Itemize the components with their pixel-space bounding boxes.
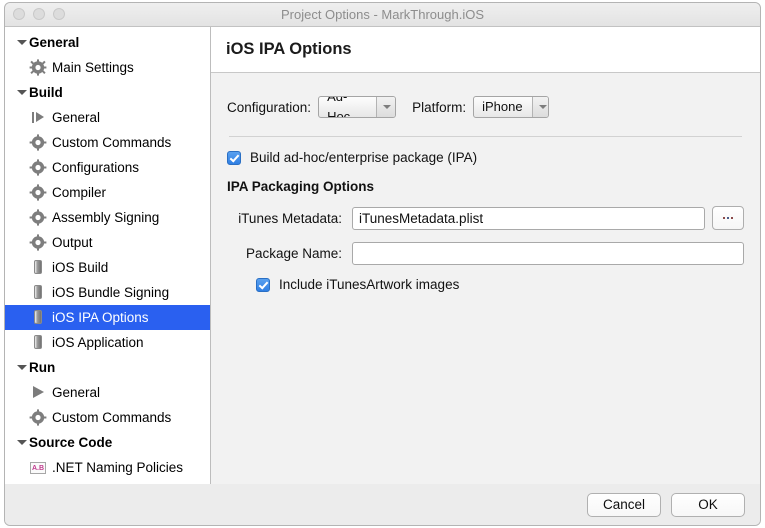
sidebar-item-main-settings[interactable]: Main Settings <box>5 55 210 80</box>
configuration-row: Configuration: Ad-Hoc Platform: iPhone <box>227 94 744 120</box>
sidebar-item-ios-build[interactable]: iOS Build <box>5 255 210 280</box>
sidebar-item-source-code-group[interactable]: Source Code <box>5 430 210 455</box>
sidebar-item-label: iOS Build <box>52 259 109 275</box>
chevron-down-icon[interactable] <box>531 97 549 117</box>
sidebar-item-ios-application[interactable]: iOS Application <box>5 330 210 355</box>
sidebar-item-label: Assembly Signing <box>52 209 160 225</box>
sidebar-item-label: .NET Naming Policies <box>52 459 184 475</box>
build-ipa-checkbox[interactable] <box>227 150 241 165</box>
project-options-window: Project Options - MarkThrough.iOS Genera… <box>4 2 761 526</box>
platform-select[interactable]: iPhone <box>473 96 550 118</box>
title-bar: Project Options - MarkThrough.iOS <box>5 3 760 27</box>
gear-icon <box>29 134 47 151</box>
sidebar-item-ios-bundle-signing[interactable]: iOS Bundle Signing <box>5 280 210 305</box>
sidebar-item-label: Compiler <box>52 184 107 200</box>
include-artwork-checkbox-row[interactable]: Include iTunesArtwork images <box>256 277 744 292</box>
sidebar-item-label: General <box>29 34 80 50</box>
sidebar-item-label: iOS Application <box>52 334 144 350</box>
sidebar-item-label: Output <box>52 234 93 250</box>
dialog-footer: Cancel OK <box>5 483 760 525</box>
pane-body: Configuration: Ad-Hoc Platform: iPhone B… <box>211 73 760 484</box>
sidebar-item-label: Main Settings <box>52 59 134 75</box>
ab-icon: A.B <box>29 459 47 476</box>
package-name-input[interactable] <box>352 242 744 265</box>
sidebar-item-custom-commands[interactable]: Custom Commands <box>5 130 210 155</box>
options-sidebar[interactable]: General Main Settings Build General Cust… <box>5 27 211 484</box>
phone-icon <box>29 334 47 351</box>
sidebar-item-run-custom-commands[interactable]: Custom Commands <box>5 405 210 430</box>
pane-header: iOS IPA Options <box>211 27 760 73</box>
sidebar-item-label: Source Code <box>29 434 113 450</box>
gear-icon <box>29 234 47 251</box>
sidebar-item-label: Configurations <box>52 159 140 175</box>
sidebar-item-run-group[interactable]: Run <box>5 355 210 380</box>
sidebar-item-configurations[interactable]: Configurations <box>5 155 210 180</box>
platform-label: Platform: <box>412 99 467 115</box>
cancel-button[interactable]: Cancel <box>587 492 661 517</box>
build-ipa-label: Build ad-hoc/enterprise package (IPA) <box>250 150 478 165</box>
window-title: Project Options - MarkThrough.iOS <box>280 7 485 22</box>
include-artwork-label: Include iTunesArtwork images <box>279 277 460 292</box>
ipa-packaging-section-title: IPA Packaging Options <box>227 179 375 194</box>
sidebar-item-run-general[interactable]: General <box>5 380 210 405</box>
ok-button[interactable]: OK <box>671 492 745 517</box>
include-artwork-checkbox[interactable] <box>256 277 270 292</box>
sidebar-item-code-formatting[interactable]: Code Formatting <box>5 480 210 484</box>
configuration-value: Ad-Hoc <box>327 96 351 118</box>
platform-value: iPhone <box>482 99 523 114</box>
itunes-metadata-label: iTunes Metadata: <box>238 210 342 226</box>
sidebar-item-assembly-signing[interactable]: Assembly Signing <box>5 205 210 230</box>
phone-icon <box>29 309 47 326</box>
package-name-label: Package Name: <box>245 246 342 261</box>
chevron-down-icon[interactable] <box>375 97 396 117</box>
browse-metadata-button[interactable] <box>712 206 744 230</box>
sidebar-item-build-group[interactable]: Build <box>5 80 210 105</box>
ellipsis-icon <box>723 217 734 219</box>
play-start-icon <box>29 109 47 126</box>
sidebar-item-net-naming-policies[interactable]: A.B .NET Naming Policies <box>5 455 210 480</box>
sidebar-item-build-general[interactable]: General <box>5 105 210 130</box>
options-tree: General Main Settings Build General Cust… <box>5 27 210 484</box>
sidebar-item-label: General <box>52 109 101 125</box>
phone-icon <box>29 284 47 301</box>
phone-icon <box>29 259 47 276</box>
sidebar-item-compiler[interactable]: Compiler <box>5 180 210 205</box>
sidebar-item-label: iOS IPA Options <box>52 309 149 325</box>
itunes-metadata-row: iTunes Metadata: iTunesMetadata.plist <box>227 206 744 230</box>
sidebar-item-general-group[interactable]: General <box>5 30 210 55</box>
gear-icon <box>29 409 47 426</box>
gear-icon <box>29 184 47 201</box>
sidebar-item-ios-ipa-options[interactable]: iOS IPA Options <box>5 305 210 330</box>
sidebar-item-label: iOS Bundle Signing <box>52 284 170 300</box>
sidebar-item-label: Custom Commands <box>52 134 172 150</box>
package-name-row: Package Name: <box>227 242 744 265</box>
gear-icon <box>29 209 47 226</box>
gear-icon <box>29 59 47 76</box>
page-title: iOS IPA Options <box>226 40 352 58</box>
sidebar-item-output[interactable]: Output <box>5 230 210 255</box>
divider <box>229 136 742 137</box>
sidebar-item-label: Run <box>29 359 56 375</box>
sidebar-item-label: Custom Commands <box>52 409 172 425</box>
build-ipa-checkbox-row[interactable]: Build ad-hoc/enterprise package (IPA) <box>227 150 744 165</box>
itunes-metadata-input[interactable]: iTunesMetadata.plist <box>352 206 706 230</box>
configuration-select[interactable]: Ad-Hoc <box>318 96 397 118</box>
run-icon <box>29 384 47 401</box>
options-main-pane: iOS IPA Options Configuration: Ad-Hoc Pl… <box>211 27 760 484</box>
sidebar-item-label: Build <box>29 84 63 100</box>
window-body: General Main Settings Build General Cust… <box>5 27 760 484</box>
gear-icon <box>29 159 47 176</box>
sidebar-item-label: General <box>52 384 101 400</box>
configuration-label: Configuration: <box>227 99 312 115</box>
ab-icon-text: A.B <box>30 461 46 474</box>
